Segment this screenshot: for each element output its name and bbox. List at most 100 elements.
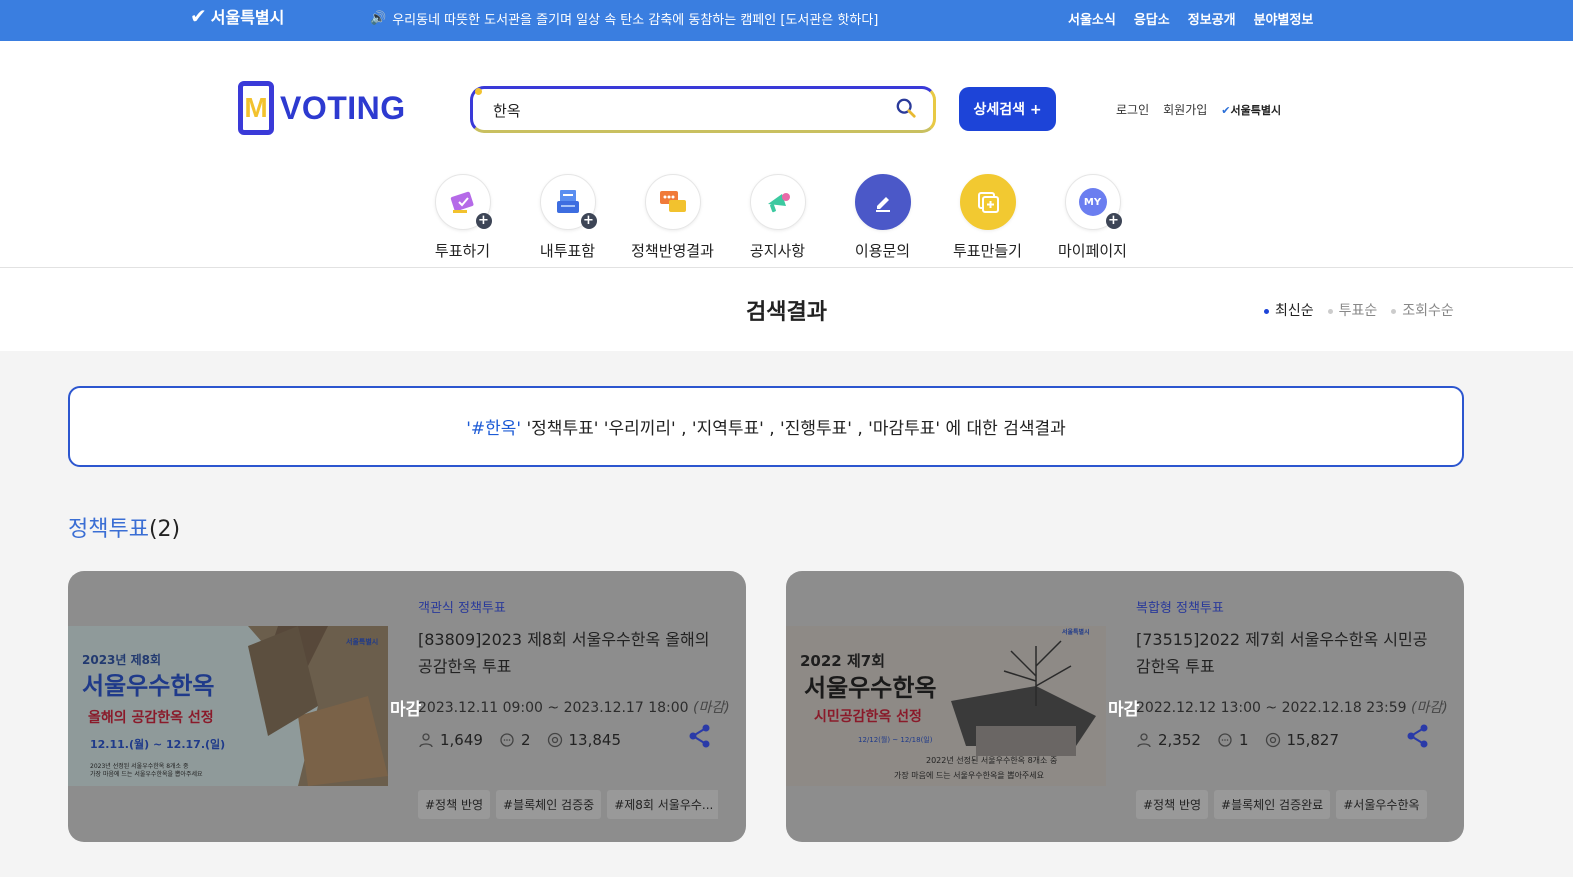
closed-label: 마감 — [1108, 700, 1140, 720]
comment-icon — [500, 733, 514, 747]
quick-menu-inquiry[interactable]: 이용문의 — [830, 174, 935, 261]
speaker-icon: 🔊 — [370, 11, 387, 26]
participants-stat: 2,352 — [1136, 731, 1201, 749]
search-keyword: '#한옥' — [466, 419, 522, 439]
vote-period: 2023.12.11 09:00 ~ 2023.12.17 18:00 (마감) — [418, 697, 730, 717]
thumb-sub: 시민공감한옥 선정 — [814, 708, 922, 725]
thumb-desc2: 가장 마음에 드는 서울우수한옥을 뽑아주세요 — [894, 770, 1044, 780]
thumb-desc1: 2023년 선정된 서울우수한옥 8개소 중 — [90, 762, 189, 770]
person-icon — [1137, 733, 1151, 748]
sort-latest[interactable]: 최신순 — [1264, 300, 1314, 320]
sort-dot-icon — [1327, 308, 1333, 314]
seoul-small-logo[interactable]: ✔︎서울특별시 — [1221, 102, 1281, 118]
login-link[interactable]: 로그인 — [1116, 101, 1149, 118]
vote-thumbnail: 2022 제7회 서울우수한옥 시민공감한옥 선정 12/12(월) ~ 12/… — [786, 626, 1106, 786]
vote-category: 객관식 정책투표 — [418, 601, 506, 616]
vote-tags: #정책 반영 #블록체인 검증완료 #서울우수한옥 — [1136, 790, 1436, 819]
person-icon — [419, 733, 433, 748]
comments-stat: 1 — [1217, 731, 1249, 749]
quick-menu-label: 내투표함 — [539, 242, 596, 260]
vote-title[interactable]: [73515]2022 제7회 서울우수한옥 시민공감한옥 투표 — [1136, 626, 1436, 680]
quick-menu-label: 이용문의 — [854, 242, 911, 260]
quick-menu-vote[interactable]: + 투표하기 — [410, 174, 515, 261]
tag[interactable]: #블록체인 검증중 — [496, 790, 602, 819]
plus-badge-icon: + — [475, 213, 492, 229]
logo-text: VOTING — [280, 89, 406, 126]
quick-menu-label: 마이페이지 — [1057, 242, 1127, 260]
pencil-icon — [854, 174, 911, 230]
sort-views[interactable]: 조회수순 — [1391, 300, 1454, 320]
search-input[interactable] — [493, 98, 873, 122]
thumb-sub: 올해의 공감한옥 선정 — [88, 709, 214, 726]
ballot-box-icon: + — [539, 174, 597, 230]
thumb-desc2: 가장 마음에 드는 서울우수한옥을 뽑아주세요 — [90, 770, 203, 778]
advanced-search-button[interactable]: 상세검색 + — [959, 87, 1056, 131]
comment-icon — [1218, 733, 1232, 747]
thumb-dates: 12/12(월) ~ 12/18(일) — [858, 735, 933, 744]
top-nav-eungdapso[interactable]: 응답소 — [1134, 9, 1170, 28]
vote-period: 2022.12.12 13:00 ~ 2022.12.18 23:59 (마감) — [1136, 697, 1448, 717]
participants-count: 1,649 — [440, 731, 483, 749]
comments-count: 1 — [1238, 731, 1249, 749]
sort-dot-icon — [1264, 308, 1269, 314]
plus-badge-icon: + — [1105, 213, 1122, 229]
notice-banner[interactable]: 🔊 우리동네 따뜻한 도서관을 즐기며 일상 속 탄소 감축에 동참하는 캠페인… — [370, 9, 878, 28]
sort-dot-icon — [1391, 308, 1397, 314]
thumb-year: 2022 제7회 — [800, 652, 885, 670]
mvoting-logo[interactable]: M VOTING — [238, 81, 406, 135]
tag[interactable]: #정책 반영 — [1136, 790, 1209, 819]
vote-period-dates: 2023.12.11 09:00 ~ 2023.12.17 18:00 — [418, 700, 689, 716]
comments-count: 2 — [520, 731, 531, 749]
quick-menu-mypage[interactable]: MY + 마이페이지 — [1040, 174, 1145, 261]
quick-menu-my-ballot[interactable]: + 내투표함 — [515, 174, 620, 261]
quick-menu-policy-results[interactable]: 정책반영결과 — [620, 174, 725, 261]
eye-icon — [1265, 732, 1280, 748]
vote-card[interactable]: 2023년 제8회 서울우수한옥 올해의 공감한옥 선정 12.11.(월) ~… — [68, 571, 746, 842]
quick-menu-label: 정책반영결과 — [631, 242, 714, 260]
vote-period-note: (마감) — [693, 700, 730, 716]
vote-stats: 2,352 1 15,827 — [1136, 731, 1339, 749]
quick-menu-create-vote[interactable]: 투표만들기 — [935, 174, 1040, 261]
logo-phone-icon: M — [238, 81, 274, 135]
sort-votes[interactable]: 투표순 — [1327, 300, 1377, 320]
seoul-logo[interactable]: ✔︎ 서울특별시 — [190, 4, 284, 28]
tag[interactable]: #정책 반영 — [418, 790, 491, 819]
vote-period-dates: 2022.12.12 13:00 ~ 2022.12.18 23:59 — [1136, 700, 1407, 716]
thumb-main: 서울우수한옥 — [82, 672, 214, 700]
add-document-icon — [959, 174, 1016, 230]
share-icon[interactable] — [1406, 723, 1430, 749]
section-title-text: 정책투표 — [68, 517, 149, 542]
vote-category: 복합형 정책투표 — [1136, 601, 1224, 616]
top-nav-info-disclosure[interactable]: 정보공개 — [1188, 9, 1236, 28]
top-nav-field-info[interactable]: 분야별정보 — [1254, 9, 1314, 28]
tag[interactable]: #제8회 서울우수... — [607, 790, 718, 819]
tag[interactable]: #서울우수한옥 — [1336, 790, 1427, 819]
views-stat: 13,845 — [547, 731, 621, 749]
quick-menu-notice[interactable]: 공지사항 — [725, 174, 830, 261]
participants-stat: 1,649 — [418, 731, 483, 749]
search-box — [470, 86, 936, 133]
tag[interactable]: #블록체인 검증완료 — [1214, 790, 1331, 819]
search-summary-box: '#한옥' '정책투표' '우리끼리' , '지역투표' , '진행투표' , … — [68, 386, 1464, 467]
plus-badge-icon: + — [580, 213, 597, 229]
share-icon[interactable] — [688, 723, 712, 749]
top-bar: ✔︎ 서울특별시 🔊 우리동네 따뜻한 도서관을 즐기며 일상 속 탄소 감축에… — [0, 0, 1573, 41]
thumb-year: 2023년 제8회 — [82, 652, 161, 667]
vote-period-note: (마감) — [1411, 700, 1448, 716]
vote-title[interactable]: [83809]2023 제8회 서울우수한옥 올해의 공감한옥 투표 — [418, 626, 718, 680]
notice-text: 우리동네 따뜻한 도서관을 즐기며 일상 속 탄소 감축에 동참하는 캠페인 [… — [392, 13, 879, 28]
vote-card-icon: + — [434, 174, 492, 230]
seoul-small-text: 서울특별시 — [1230, 103, 1282, 117]
vote-card[interactable]: 2022 제7회 서울우수한옥 시민공감한옥 선정 12/12(월) ~ 12/… — [786, 571, 1464, 842]
participants-count: 2,352 — [1158, 731, 1201, 749]
eye-icon — [547, 732, 562, 748]
top-nav-seoul-news[interactable]: 서울소식 — [1068, 9, 1116, 28]
signup-link[interactable]: 회원가입 — [1163, 101, 1207, 118]
chat-bubbles-icon — [644, 174, 701, 230]
top-nav: 서울소식 응답소 정보공개 분야별정보 — [1068, 9, 1313, 28]
search-icon[interactable] — [895, 97, 917, 119]
section-count: (2) — [148, 517, 181, 542]
quick-menu-label: 공지사항 — [749, 242, 806, 260]
thumb-brand: 서울특별시 — [346, 637, 378, 646]
section-title: 정책투표(2) — [68, 511, 180, 543]
